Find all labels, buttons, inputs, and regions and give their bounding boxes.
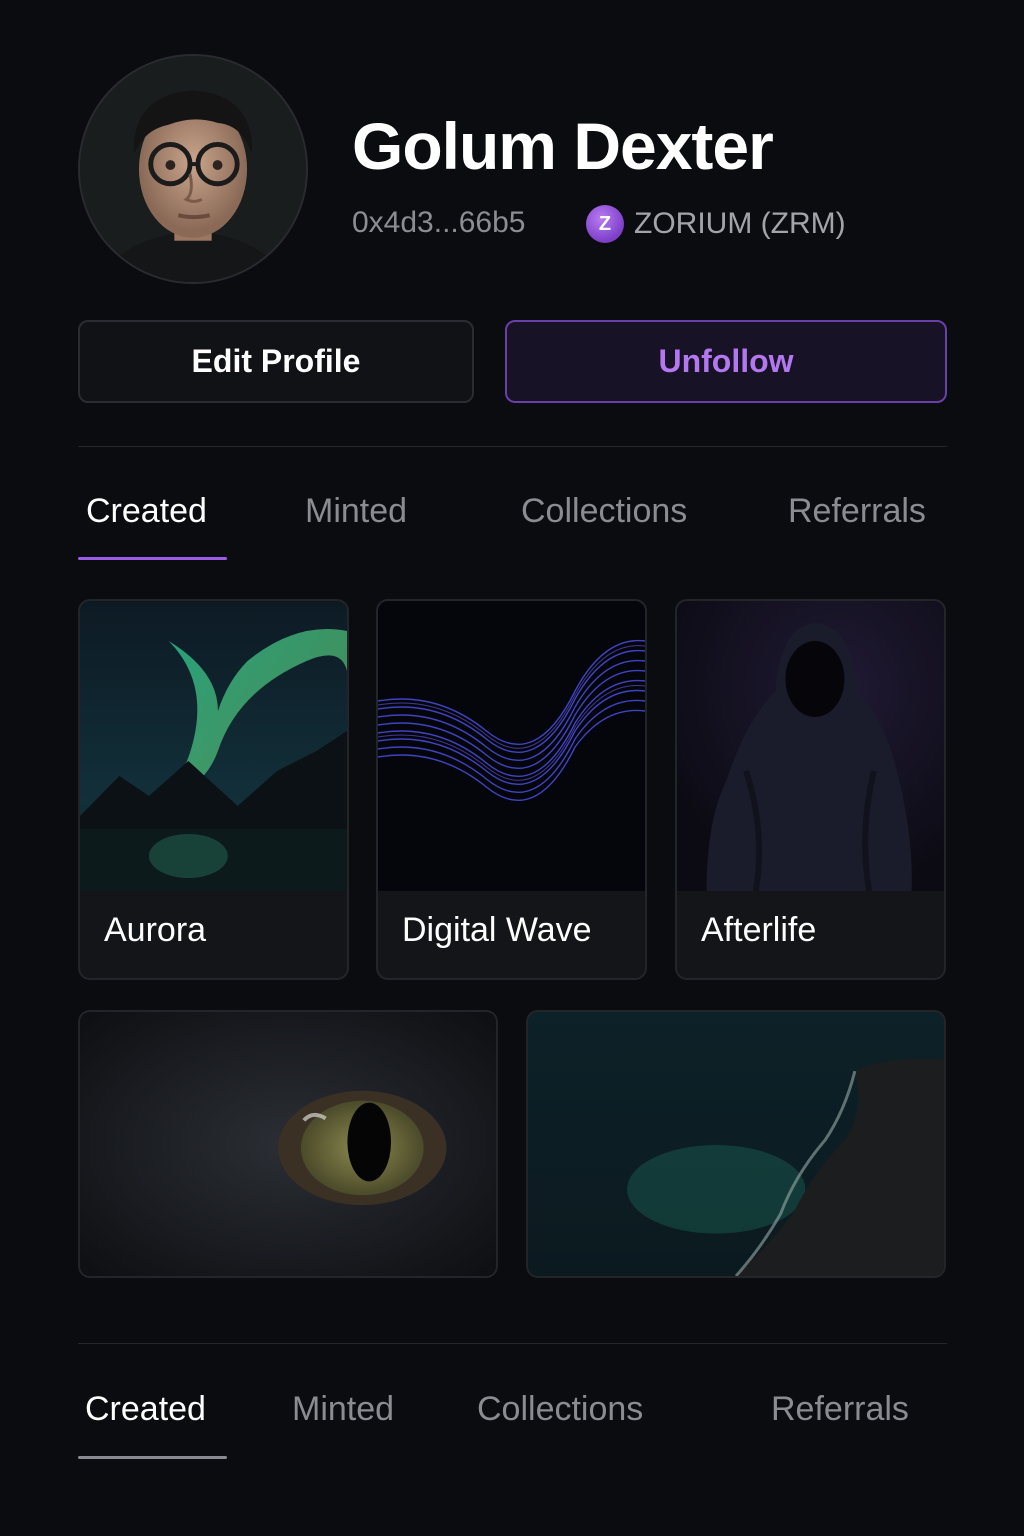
nft-card-digital-wave[interactable]: Digital Wave <box>376 599 647 980</box>
aurora-image <box>80 601 347 891</box>
tab-created[interactable]: Created <box>86 492 207 552</box>
tab-minted[interactable]: Minted <box>292 1390 394 1450</box>
divider <box>78 446 947 447</box>
tab-bar-bottom: Created Minted Collections Referrals <box>78 1390 947 1482</box>
wallet-address[interactable]: 0x4d3...66b5 <box>352 206 525 240</box>
cat-eye-image <box>80 1012 496 1276</box>
profile-name: Golum Dexter <box>352 109 774 183</box>
avatar[interactable] <box>78 54 308 284</box>
digital-wave-image <box>378 601 645 891</box>
token-badge[interactable]: Z ZORIUM (ZRM) <box>586 204 846 244</box>
tab-collections[interactable]: Collections <box>477 1390 643 1450</box>
hooded-figure-image <box>677 601 944 891</box>
nft-card-coastline[interactable] <box>526 1010 946 1278</box>
token-label: ZORIUM (ZRM) <box>634 207 846 240</box>
tab-referrals[interactable]: Referrals <box>771 1390 909 1450</box>
nft-card-aurora[interactable]: Aurora <box>78 599 349 980</box>
tab-minted[interactable]: Minted <box>305 492 407 552</box>
tab-bar-top: Created Minted Collections Referrals <box>78 492 947 584</box>
tab-created[interactable]: Created <box>85 1390 206 1450</box>
active-tab-indicator <box>78 557 227 560</box>
card-title: Aurora <box>104 911 207 949</box>
avatar-portrait-image <box>80 56 306 282</box>
tab-referrals[interactable]: Referrals <box>788 492 926 552</box>
zorium-token-icon: Z <box>586 205 624 243</box>
divider <box>78 1343 947 1344</box>
unfollow-button[interactable]: Unfollow <box>505 320 947 403</box>
tab-collections[interactable]: Collections <box>521 492 687 552</box>
active-tab-indicator <box>78 1456 227 1459</box>
edit-profile-button[interactable]: Edit Profile <box>78 320 474 403</box>
nft-card-afterlife[interactable]: Afterlife <box>675 599 946 980</box>
nft-card-cat-eye[interactable] <box>78 1010 498 1278</box>
card-title: Afterlife <box>701 911 817 949</box>
coastline-image <box>528 1012 944 1276</box>
card-title: Digital Wave <box>402 911 592 949</box>
profile-page: Golum Dexter 0x4d3...66b5 Z ZORIUM (ZRM)… <box>0 0 1024 1536</box>
